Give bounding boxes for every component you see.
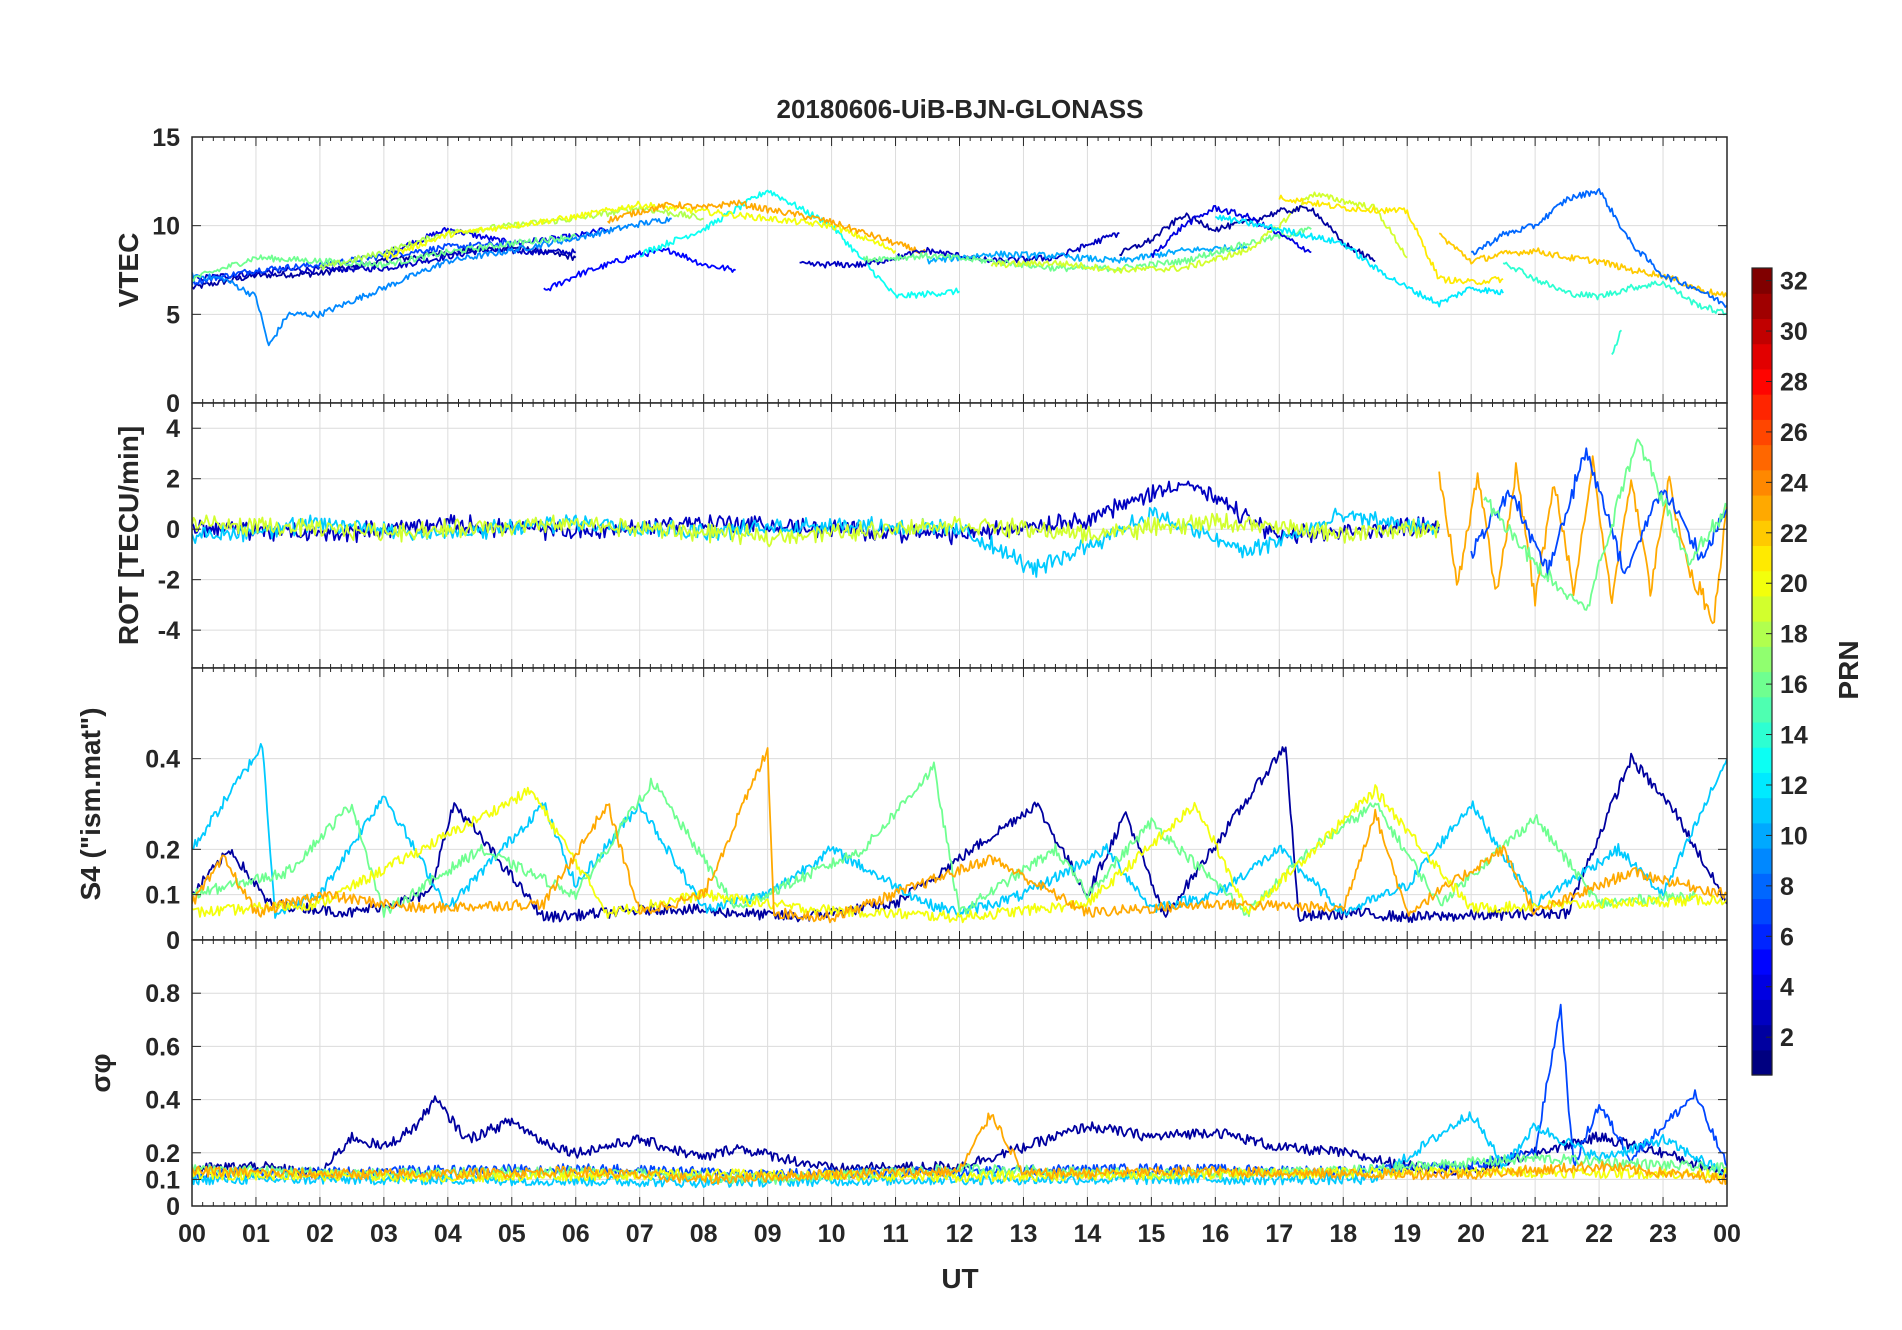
colorbar-tick-label: 4 bbox=[1780, 974, 1794, 1002]
x-tick-label: 04 bbox=[434, 1220, 462, 1248]
x-tick-label: 18 bbox=[1329, 1220, 1357, 1248]
colorbar-segment bbox=[1752, 898, 1772, 925]
y-tick-label: 0.1 bbox=[145, 882, 180, 910]
x-tick-label: 03 bbox=[370, 1220, 398, 1248]
colorbar-tick-label: 22 bbox=[1780, 520, 1808, 548]
y-tick-label: 0.8 bbox=[145, 980, 180, 1008]
y-tick-label: 0.4 bbox=[145, 1087, 180, 1115]
y-tick-label: 0 bbox=[166, 390, 180, 418]
colorbar-tick-label: 18 bbox=[1780, 621, 1808, 649]
y-axis-label: ROT [TECU/min] bbox=[113, 426, 144, 645]
y-tick-label: -4 bbox=[158, 617, 180, 645]
x-tick-label: 10 bbox=[818, 1220, 846, 1248]
colorbar-segment bbox=[1752, 696, 1772, 723]
colorbar-segment bbox=[1752, 999, 1772, 1026]
x-tick-label: 23 bbox=[1649, 1220, 1677, 1248]
y-tick-label: 0.1 bbox=[145, 1166, 180, 1194]
x-tick-label: 09 bbox=[754, 1220, 782, 1248]
colorbar-tick-label: 20 bbox=[1780, 570, 1808, 598]
y-tick-label: 0 bbox=[166, 927, 180, 955]
colorbar-tick-label: 8 bbox=[1780, 873, 1794, 901]
colorbar-label: PRN bbox=[1833, 640, 1864, 699]
x-tick-label: 15 bbox=[1137, 1220, 1165, 1248]
figure-canvas: 20180606-UiB-BJN-GLONASS UT 051015VTEC-4… bbox=[75, 94, 1864, 1294]
x-tick-label: 01 bbox=[242, 1220, 270, 1248]
colorbar-tick-label: 10 bbox=[1780, 822, 1808, 850]
panel-s4: 0 0.1 0.2 0.4 S4 ("ism.mat") bbox=[75, 667, 1728, 955]
colorbar-segment bbox=[1752, 646, 1772, 673]
panels: 051015VTEC-4-2024ROT [TECU/min]00.10.20.… bbox=[75, 124, 1728, 1221]
colorbar-segment bbox=[1752, 1049, 1772, 1076]
colorbar-segment bbox=[1752, 948, 1772, 975]
panel-vtec: 0 5 10 15 VTEC bbox=[113, 124, 1728, 418]
x-tick-label: 21 bbox=[1521, 1220, 1549, 1248]
x-tick-label: 19 bbox=[1393, 1220, 1421, 1248]
colorbar-tick-label: 2 bbox=[1780, 1024, 1794, 1052]
y-tick-label: 0.2 bbox=[145, 836, 180, 864]
colorbar-tick-label: 26 bbox=[1780, 419, 1808, 447]
x-tick-labels: 00 01 02 03 04 05 06 07 08 09 10 11 12 13 14 15 16 17 18 19… bbox=[178, 1220, 1741, 1248]
x-tick-label: 13 bbox=[1010, 1220, 1038, 1248]
colorbar: 2468101214161820222426283032 bbox=[1751, 267, 1808, 1076]
x-tick-label: 05 bbox=[498, 1220, 526, 1248]
colorbar-tick-label: 12 bbox=[1780, 772, 1808, 800]
y-tick-label: 0 bbox=[166, 1193, 180, 1221]
x-tick-label: 00 bbox=[1713, 1220, 1741, 1248]
colorbar-tick-label: 24 bbox=[1780, 469, 1808, 497]
colorbar-tick-label: 6 bbox=[1780, 923, 1794, 951]
x-tick-label: 07 bbox=[626, 1220, 654, 1248]
y-tick-label: 10 bbox=[152, 213, 180, 241]
x-tick-label: 17 bbox=[1265, 1220, 1293, 1248]
x-tick-label: 08 bbox=[690, 1220, 718, 1248]
colorbar-tick-label: 14 bbox=[1780, 722, 1808, 750]
y-axis-label: σφ bbox=[85, 1053, 116, 1092]
y-tick-label: 0.2 bbox=[145, 1140, 180, 1168]
y-tick-label: -2 bbox=[158, 567, 180, 595]
panel-sigma_phi: 00.10.2 0.4 0.6 0.8 σφ bbox=[85, 939, 1728, 1221]
y-tick-label: 0 bbox=[166, 516, 180, 544]
x-tick-label: 20 bbox=[1457, 1220, 1485, 1248]
x-tick-label: 11 bbox=[882, 1220, 909, 1248]
y-axis-label: VTEC bbox=[113, 233, 144, 308]
colorbar-segment bbox=[1752, 494, 1772, 521]
panel-rot: -4 -2 0 2 4 ROT [TECU/min] bbox=[113, 402, 1728, 669]
colorbar-tick-label: 32 bbox=[1780, 268, 1808, 296]
colorbar-tick-label: 16 bbox=[1780, 671, 1808, 699]
colorbar-tick-label: 28 bbox=[1780, 368, 1808, 396]
y-tick-label: 5 bbox=[166, 301, 180, 329]
colorbar-segment bbox=[1752, 797, 1772, 824]
y-tick-label: 2 bbox=[166, 466, 180, 494]
y-tick-label: 0.4 bbox=[145, 746, 180, 774]
y-tick-label: 4 bbox=[166, 415, 180, 443]
x-tick-label: 06 bbox=[562, 1220, 590, 1248]
colorbar-segment bbox=[1752, 394, 1772, 420]
x-tick-label: 12 bbox=[946, 1220, 974, 1248]
colorbar-segment bbox=[1752, 545, 1772, 572]
x-tick-label: 14 bbox=[1074, 1220, 1102, 1248]
y-tick-label: 0.6 bbox=[145, 1033, 180, 1061]
colorbar-tick-label: 30 bbox=[1780, 318, 1808, 346]
y-axis-label: S4 ("ism.mat") bbox=[75, 707, 106, 900]
x-tick-label: 00 bbox=[178, 1220, 206, 1248]
colorbar-segment bbox=[1752, 293, 1772, 320]
figure-title: 20180606-UiB-BJN-GLONASS bbox=[776, 94, 1143, 124]
x-tick-label: 02 bbox=[306, 1220, 334, 1248]
colorbar-segment bbox=[1752, 747, 1772, 773]
y-tick-label: 15 bbox=[152, 124, 180, 152]
colorbar-segment bbox=[1752, 848, 1772, 874]
colorbar-segment bbox=[1752, 343, 1772, 370]
x-axis-label: UT bbox=[941, 1263, 978, 1294]
x-tick-label: 22 bbox=[1585, 1220, 1613, 1248]
colorbar-segment bbox=[1752, 595, 1772, 622]
x-tick-label: 16 bbox=[1201, 1220, 1229, 1248]
colorbar-segment bbox=[1752, 444, 1772, 471]
